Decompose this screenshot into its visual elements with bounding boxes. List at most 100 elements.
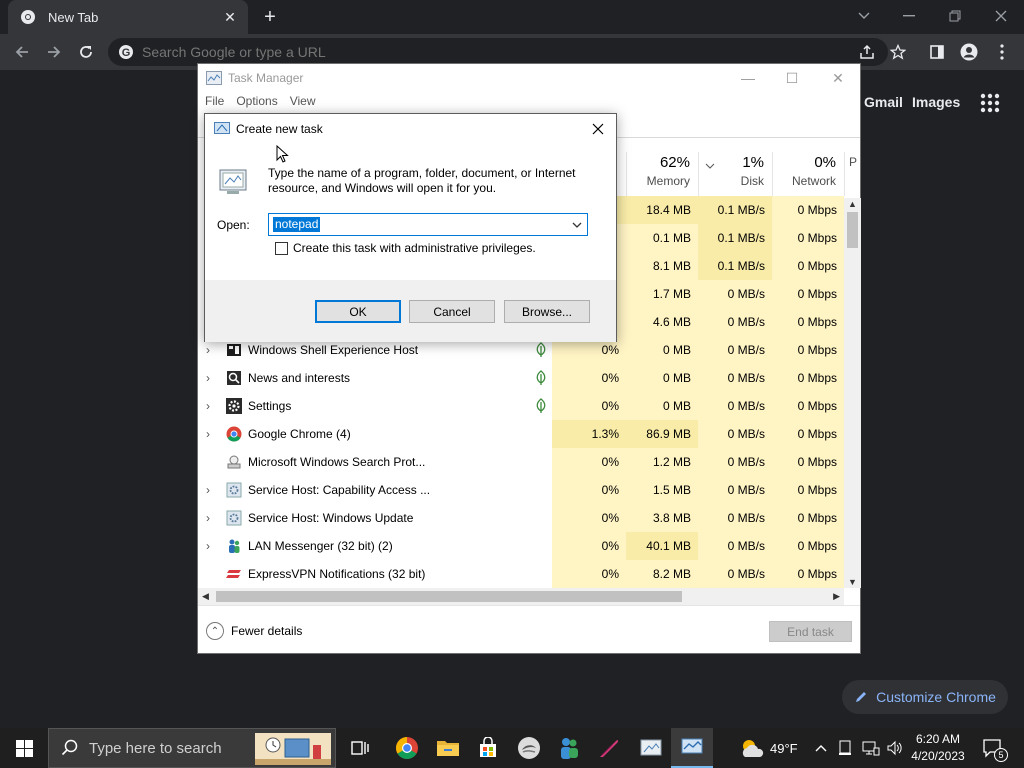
back-arrow-icon[interactable] — [8, 38, 36, 66]
restore-icon[interactable] — [940, 4, 970, 28]
column-header-network[interactable]: 0% Network — [772, 152, 844, 196]
admin-privileges-checkbox[interactable] — [275, 241, 288, 255]
tm-minimize-icon[interactable]: — — [725, 66, 771, 90]
scroll-up-arrow-icon[interactable]: ▲ — [848, 199, 857, 209]
dropdown-chevron-icon[interactable] — [571, 218, 583, 232]
process-row[interactable]: › Service Host: Windows Update 0% 3.8 MB… — [198, 504, 844, 532]
weather-widget[interactable]: 49°F — [738, 728, 798, 768]
process-row[interactable]: › Google Chrome (4) 1.3% 86.9 MB 0 MB/s … — [198, 420, 844, 448]
process-row[interactable]: › LAN Messenger (32 bit) (2) 0% 40.1 MB … — [198, 532, 844, 560]
fewer-details-button[interactable]: ⌃ Fewer details — [206, 622, 302, 640]
open-combobox[interactable]: notepad — [268, 213, 588, 236]
menu-options[interactable]: Options — [236, 94, 277, 114]
scroll-down-arrow-icon[interactable]: ▼ — [848, 577, 857, 587]
menu-view[interactable]: View — [290, 94, 316, 114]
bookmark-star-icon[interactable] — [884, 38, 912, 66]
dialog-close-icon[interactable] — [586, 118, 610, 140]
mouse-cursor-icon — [276, 145, 289, 163]
disk-cell: 0 MB/s — [698, 476, 772, 504]
taskbar-feather-app-icon[interactable] — [588, 728, 630, 768]
reload-icon[interactable] — [72, 38, 100, 66]
menu-file[interactable]: File — [205, 94, 224, 114]
process-row[interactable]: › News and interests 0% 0 MB 0 MB/s 0 Mb… — [198, 364, 844, 392]
tm-close-icon[interactable]: ✕ — [815, 66, 861, 90]
disk-cell: 0.1 MB/s — [698, 252, 772, 280]
column-header-power[interactable]: P — [844, 152, 861, 196]
forward-arrow-icon[interactable] — [40, 38, 68, 66]
end-task-button[interactable]: End task — [769, 621, 852, 642]
ok-button[interactable]: OK — [315, 300, 401, 323]
chrome-menu-kebab-icon[interactable] — [988, 38, 1016, 66]
horizontal-scroll-thumb[interactable] — [216, 591, 682, 602]
disk-cell: 0 MB/s — [698, 392, 772, 420]
new-tab-plus-icon[interactable]: + — [258, 5, 282, 29]
vertical-scroll-thumb[interactable] — [847, 212, 858, 248]
share-icon[interactable] — [853, 38, 881, 66]
horizontal-scrollbar[interactable]: ◀ ▶ — [198, 588, 844, 605]
taskbar-lan-messenger-icon[interactable] — [548, 728, 590, 768]
admin-privileges-checkbox-row[interactable]: Create this task with administrative pri… — [275, 241, 536, 255]
open-input-value[interactable]: notepad — [273, 217, 321, 232]
browse-button[interactable]: Browse... — [504, 300, 590, 323]
task-manager-menubar: File Options View — [198, 94, 316, 114]
task-view-icon[interactable] — [339, 728, 381, 768]
tab-search-chevron-icon[interactable] — [849, 4, 879, 28]
profile-avatar-icon[interactable] — [955, 38, 983, 66]
expand-chevron-icon[interactable]: › — [206, 427, 216, 441]
dialog-titlebar[interactable]: Create new task — [205, 114, 616, 144]
tab-new-tab[interactable]: New Tab ✕ — [8, 0, 248, 34]
scroll-right-arrow-icon[interactable]: ▶ — [833, 591, 840, 602]
expand-chevron-icon[interactable]: › — [206, 371, 216, 385]
memory-cell: 18.4 MB — [626, 196, 698, 224]
expand-chevron-icon[interactable]: › — [206, 483, 216, 497]
weather-temperature: 49°F — [770, 740, 798, 756]
network-cell: 0 Mbps — [772, 252, 844, 280]
side-panel-icon[interactable] — [923, 38, 951, 66]
expand-chevron-icon[interactable]: › — [206, 539, 216, 553]
google-apps-grid-icon[interactable] — [980, 93, 1000, 113]
taskbar-file-explorer-icon[interactable] — [427, 728, 469, 768]
expand-chevron-icon[interactable]: › — [206, 399, 216, 413]
omnibox[interactable]: G — [108, 38, 888, 66]
open-label: Open: — [217, 218, 250, 232]
cpu-cell: 1.3% — [552, 420, 626, 448]
tm-maximize-icon[interactable]: ☐ — [769, 66, 815, 90]
taskbar-chrome-icon[interactable] — [386, 728, 428, 768]
column-header-memory[interactable]: 62% Memory — [626, 152, 698, 196]
vertical-scrollbar[interactable]: ▲ ▼ — [844, 198, 861, 588]
memory-cell: 8.1 MB — [626, 252, 698, 280]
images-link[interactable]: Images — [912, 94, 960, 110]
admin-privileges-label: Create this task with administrative pri… — [293, 241, 536, 255]
tab-close-icon[interactable]: ✕ — [218, 5, 242, 29]
taskbar-search-box[interactable]: Type here to search — [48, 728, 336, 768]
network-icon[interactable] — [862, 728, 880, 768]
taskbar-store-icon[interactable] — [467, 728, 509, 768]
process-row[interactable]: Microsoft Windows Search Prot... 0% 1.2 … — [198, 448, 844, 476]
scroll-left-arrow-icon[interactable]: ◀ — [202, 591, 209, 602]
close-window-icon[interactable] — [986, 4, 1016, 28]
minimize-icon[interactable] — [894, 4, 924, 28]
taskbar-run-app-icon[interactable] — [630, 728, 672, 768]
network-cell: 0 Mbps — [772, 392, 844, 420]
taskbar-app-swirl-icon[interactable] — [508, 728, 550, 768]
process-row[interactable]: › Settings 0% 0 MB 0 MB/s 0 Mbps — [198, 392, 844, 420]
gmail-link[interactable]: Gmail — [864, 94, 903, 110]
process-row[interactable]: › Service Host: Capability Access ... 0%… — [198, 476, 844, 504]
process-row[interactable]: ExpressVPN Notifications (32 bit) 0% 8.2… — [198, 560, 844, 588]
taskbar-task-manager-icon[interactable] — [671, 728, 713, 768]
start-button[interactable] — [0, 728, 48, 768]
process-name: Settings — [248, 399, 292, 413]
column-header-disk[interactable]: 1% Disk — [698, 152, 772, 196]
tray-device-icon[interactable] — [838, 728, 852, 768]
tray-overflow-chevron-icon[interactable] — [814, 728, 828, 768]
dialog-description: Type the name of a program, folder, docu… — [268, 166, 576, 195]
expand-chevron-icon[interactable]: › — [206, 511, 216, 525]
action-center-button[interactable]: 5 — [982, 728, 1008, 768]
omnibox-input[interactable] — [142, 44, 842, 60]
volume-speaker-icon[interactable] — [886, 728, 904, 768]
chrome-icon — [226, 426, 242, 442]
customize-chrome-button[interactable]: Customize Chrome — [842, 680, 1008, 714]
expand-chevron-icon[interactable]: › — [206, 343, 216, 357]
system-clock[interactable]: 6:20 AM 4/20/2023 — [906, 731, 970, 765]
cancel-button[interactable]: Cancel — [409, 300, 495, 323]
